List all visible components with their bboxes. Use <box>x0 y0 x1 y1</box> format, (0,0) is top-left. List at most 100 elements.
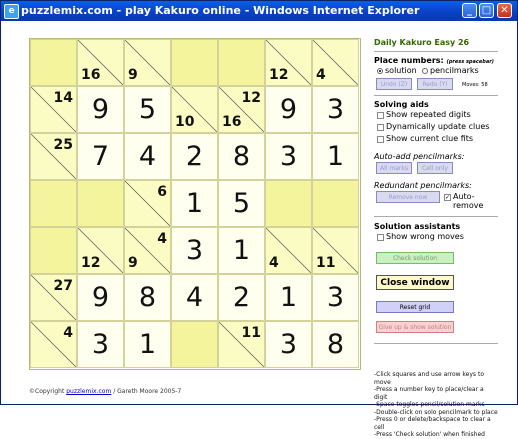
show-repeated-checkbox[interactable] <box>377 112 384 119</box>
close-window-button[interactable]: Close window <box>376 275 454 290</box>
copyright-suffix: / Gareth Moore 2005-7 <box>111 388 182 395</box>
help-line: -Press 0 or delete/backspace to clear a … <box>374 416 491 431</box>
puzzlemix-link[interactable]: puzzlemix.com <box>66 388 111 395</box>
cell-digit: 4 <box>138 141 157 172</box>
divider <box>374 343 498 344</box>
cell-digit: 8 <box>326 329 345 360</box>
answer-cell[interactable]: 1 <box>265 274 312 321</box>
across-clue: 6 <box>157 184 167 200</box>
dynamic-update-checkbox[interactable] <box>377 124 384 131</box>
answer-cell[interactable]: 3 <box>171 227 218 274</box>
show-repeated-label: Show repeated digits <box>386 110 471 119</box>
answer-cell[interactable]: 3 <box>312 274 359 321</box>
puzzle-title: Daily Kakuro Easy 26 <box>374 38 470 47</box>
all-marks-button[interactable]: All marks <box>376 162 412 174</box>
remove-now-button[interactable]: Remove now <box>376 191 440 203</box>
pencilmarks-radio[interactable] <box>422 68 428 74</box>
answer-cell[interactable]: 8 <box>218 133 265 180</box>
answer-cell[interactable]: 1 <box>218 227 265 274</box>
moves-counter: Moves: 58 <box>462 82 488 88</box>
maximize-button[interactable]: □ <box>479 3 494 18</box>
answer-cell[interactable]: 1 <box>312 133 359 180</box>
answer-cell[interactable]: 5 <box>218 180 265 227</box>
help-line: -Double-click on solo pencilmark to plac… <box>374 408 498 416</box>
divider <box>374 51 498 52</box>
answer-cell[interactable]: 3 <box>312 86 359 133</box>
answer-cell[interactable]: 1 <box>171 180 218 227</box>
answer-cell[interactable]: 2 <box>171 133 218 180</box>
answer-cell[interactable]: 2 <box>218 274 265 321</box>
cell-digit: 3 <box>279 329 298 360</box>
divider <box>374 95 498 96</box>
kakuro-grid: 16 9 12 4 14 9 5 10 12 16 9 3 25 7 4 2 8 3 1 6 1 5 12 4 9 3 1 4 11 27… <box>29 38 361 370</box>
title-bar: e puzzlemix.com - play Kakuro online - W… <box>1 1 517 21</box>
answer-cell[interactable]: 5 <box>124 86 171 133</box>
answer-cell[interactable]: 4 <box>171 274 218 321</box>
pencilmarks-label: pencilmarks <box>430 66 479 75</box>
down-clue: 9 <box>128 255 138 271</box>
cell-digit: 3 <box>279 141 298 172</box>
answer-cell[interactable]: 8 <box>124 274 171 321</box>
answer-cell[interactable]: 7 <box>77 133 124 180</box>
blank-cell <box>218 39 265 86</box>
answer-cell[interactable]: 9 <box>265 86 312 133</box>
copyright-prefix: ©Copyright <box>29 388 67 395</box>
blank-cell <box>265 180 312 227</box>
auto-remove-checkbox[interactable]: ✓ <box>444 194 451 201</box>
clue-cell: 4 <box>265 227 312 274</box>
minimize-button[interactable]: _ <box>462 3 477 18</box>
answer-cell[interactable]: 3 <box>265 133 312 180</box>
clue-cell: 12 <box>77 227 124 274</box>
cell-digit: 1 <box>326 141 345 172</box>
blank-cell <box>171 39 218 86</box>
answer-cell[interactable]: 8 <box>312 321 359 368</box>
blank-cell <box>171 321 218 368</box>
answer-cell[interactable]: 3 <box>77 321 124 368</box>
cell-digit: 4 <box>185 282 204 313</box>
solution-radio[interactable] <box>377 68 383 74</box>
clue-cell: 6 <box>124 180 171 227</box>
cell-digit: 1 <box>279 282 298 313</box>
place-numbers-label: Place numbers: (press spacebar) <box>374 56 494 65</box>
answer-cell[interactable]: 9 <box>77 86 124 133</box>
auto-add-label: Auto-add pencilmarks: <box>374 152 465 161</box>
show-wrong-label: Show wrong moves <box>386 232 464 241</box>
help-line: -Click squares and use arrow keys to mov… <box>374 371 484 386</box>
clue-cell: 12 16 <box>218 86 265 133</box>
answer-cell[interactable]: 4 <box>124 133 171 180</box>
answer-cell[interactable]: 3 <box>265 321 312 368</box>
clue-cell: 14 <box>30 86 77 133</box>
redo-button[interactable]: Redo (Y) <box>417 78 453 90</box>
across-clue: 4 <box>63 325 73 341</box>
down-clue: 4 <box>269 255 279 271</box>
clue-cell: 11 <box>218 321 265 368</box>
help-line: -Press 'Check solution' when finished <box>374 431 485 438</box>
cell-only-button[interactable]: Cell only <box>417 162 453 174</box>
across-clue: 11 <box>241 325 261 341</box>
give-up-button[interactable]: Give up & show solution <box>376 321 454 333</box>
browser-window: e puzzlemix.com - play Kakuro online - W… <box>0 0 518 438</box>
clue-cell: 9 <box>124 39 171 86</box>
blank-cell <box>30 39 77 86</box>
check-solution-button[interactable]: Check solution <box>376 252 454 264</box>
show-wrong-checkbox[interactable] <box>377 234 384 241</box>
close-window-icon[interactable]: ✕ <box>497 3 512 18</box>
cell-digit: 5 <box>232 188 251 219</box>
blank-cell <box>312 180 359 227</box>
clue-fits-checkbox[interactable] <box>377 136 384 143</box>
answer-cell[interactable]: 9 <box>77 274 124 321</box>
cell-digit: 3 <box>91 329 110 360</box>
divider <box>374 216 498 217</box>
undo-button[interactable]: Undo (Z) <box>376 78 412 90</box>
copyright-notice: ©Copyright puzzlemix.com / Gareth Moore … <box>29 388 181 395</box>
cell-digit: 8 <box>232 141 251 172</box>
help-line: -Press a number key to place/clear a dig… <box>374 386 484 401</box>
blank-cell <box>30 227 77 274</box>
cell-digit: 3 <box>326 94 345 125</box>
reset-grid-button[interactable]: Reset grid <box>376 301 454 313</box>
answer-cell[interactable]: 1 <box>124 321 171 368</box>
cell-digit: 7 <box>91 141 110 172</box>
clue-cell: 11 <box>312 227 359 274</box>
cell-digit: 1 <box>232 235 251 266</box>
down-clue: 12 <box>81 255 101 271</box>
